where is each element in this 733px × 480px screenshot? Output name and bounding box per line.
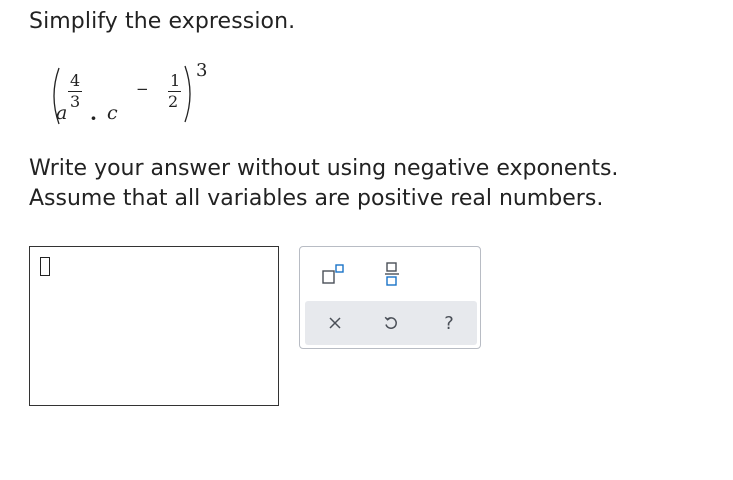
exponent-c-denominator: 2 <box>168 92 179 111</box>
clear-icon <box>328 316 342 330</box>
multiplication-dot: · <box>90 106 97 130</box>
instruction-line-1: Write your answer without using negative… <box>29 156 619 181</box>
math-expression: a 4 3 · c − 1 2 3 <box>48 60 228 130</box>
help-icon: ? <box>444 312 454 334</box>
math-tool-panel: ? <box>299 246 481 349</box>
undo-button[interactable] <box>373 306 409 340</box>
exponent-c-sign: − <box>136 80 149 98</box>
base-c: c <box>107 102 118 124</box>
instructions: Write your answer without using negative… <box>29 154 618 214</box>
question-prompt: Simplify the expression. <box>29 9 296 34</box>
fraction-button[interactable] <box>370 257 414 291</box>
fraction-icon <box>384 261 400 287</box>
answer-input-box[interactable] <box>29 246 279 406</box>
undo-icon <box>383 315 399 331</box>
instruction-line-2: Assume that all variables are positive r… <box>29 186 604 211</box>
exponent-button[interactable] <box>312 257 356 291</box>
answer-input-cursor[interactable] <box>40 257 50 276</box>
outer-exponent: 3 <box>196 60 208 81</box>
exponent-a-numerator: 4 <box>70 71 81 90</box>
exponent-a-denominator: 3 <box>70 92 81 111</box>
help-button[interactable]: ? <box>431 306 467 340</box>
clear-button[interactable] <box>317 306 353 340</box>
right-parenthesis <box>182 64 196 124</box>
exponent-c-numerator: 1 <box>170 71 181 90</box>
action-toolbar: ? <box>305 301 477 345</box>
exponent-icon <box>321 263 347 285</box>
base-a: a <box>56 102 68 124</box>
